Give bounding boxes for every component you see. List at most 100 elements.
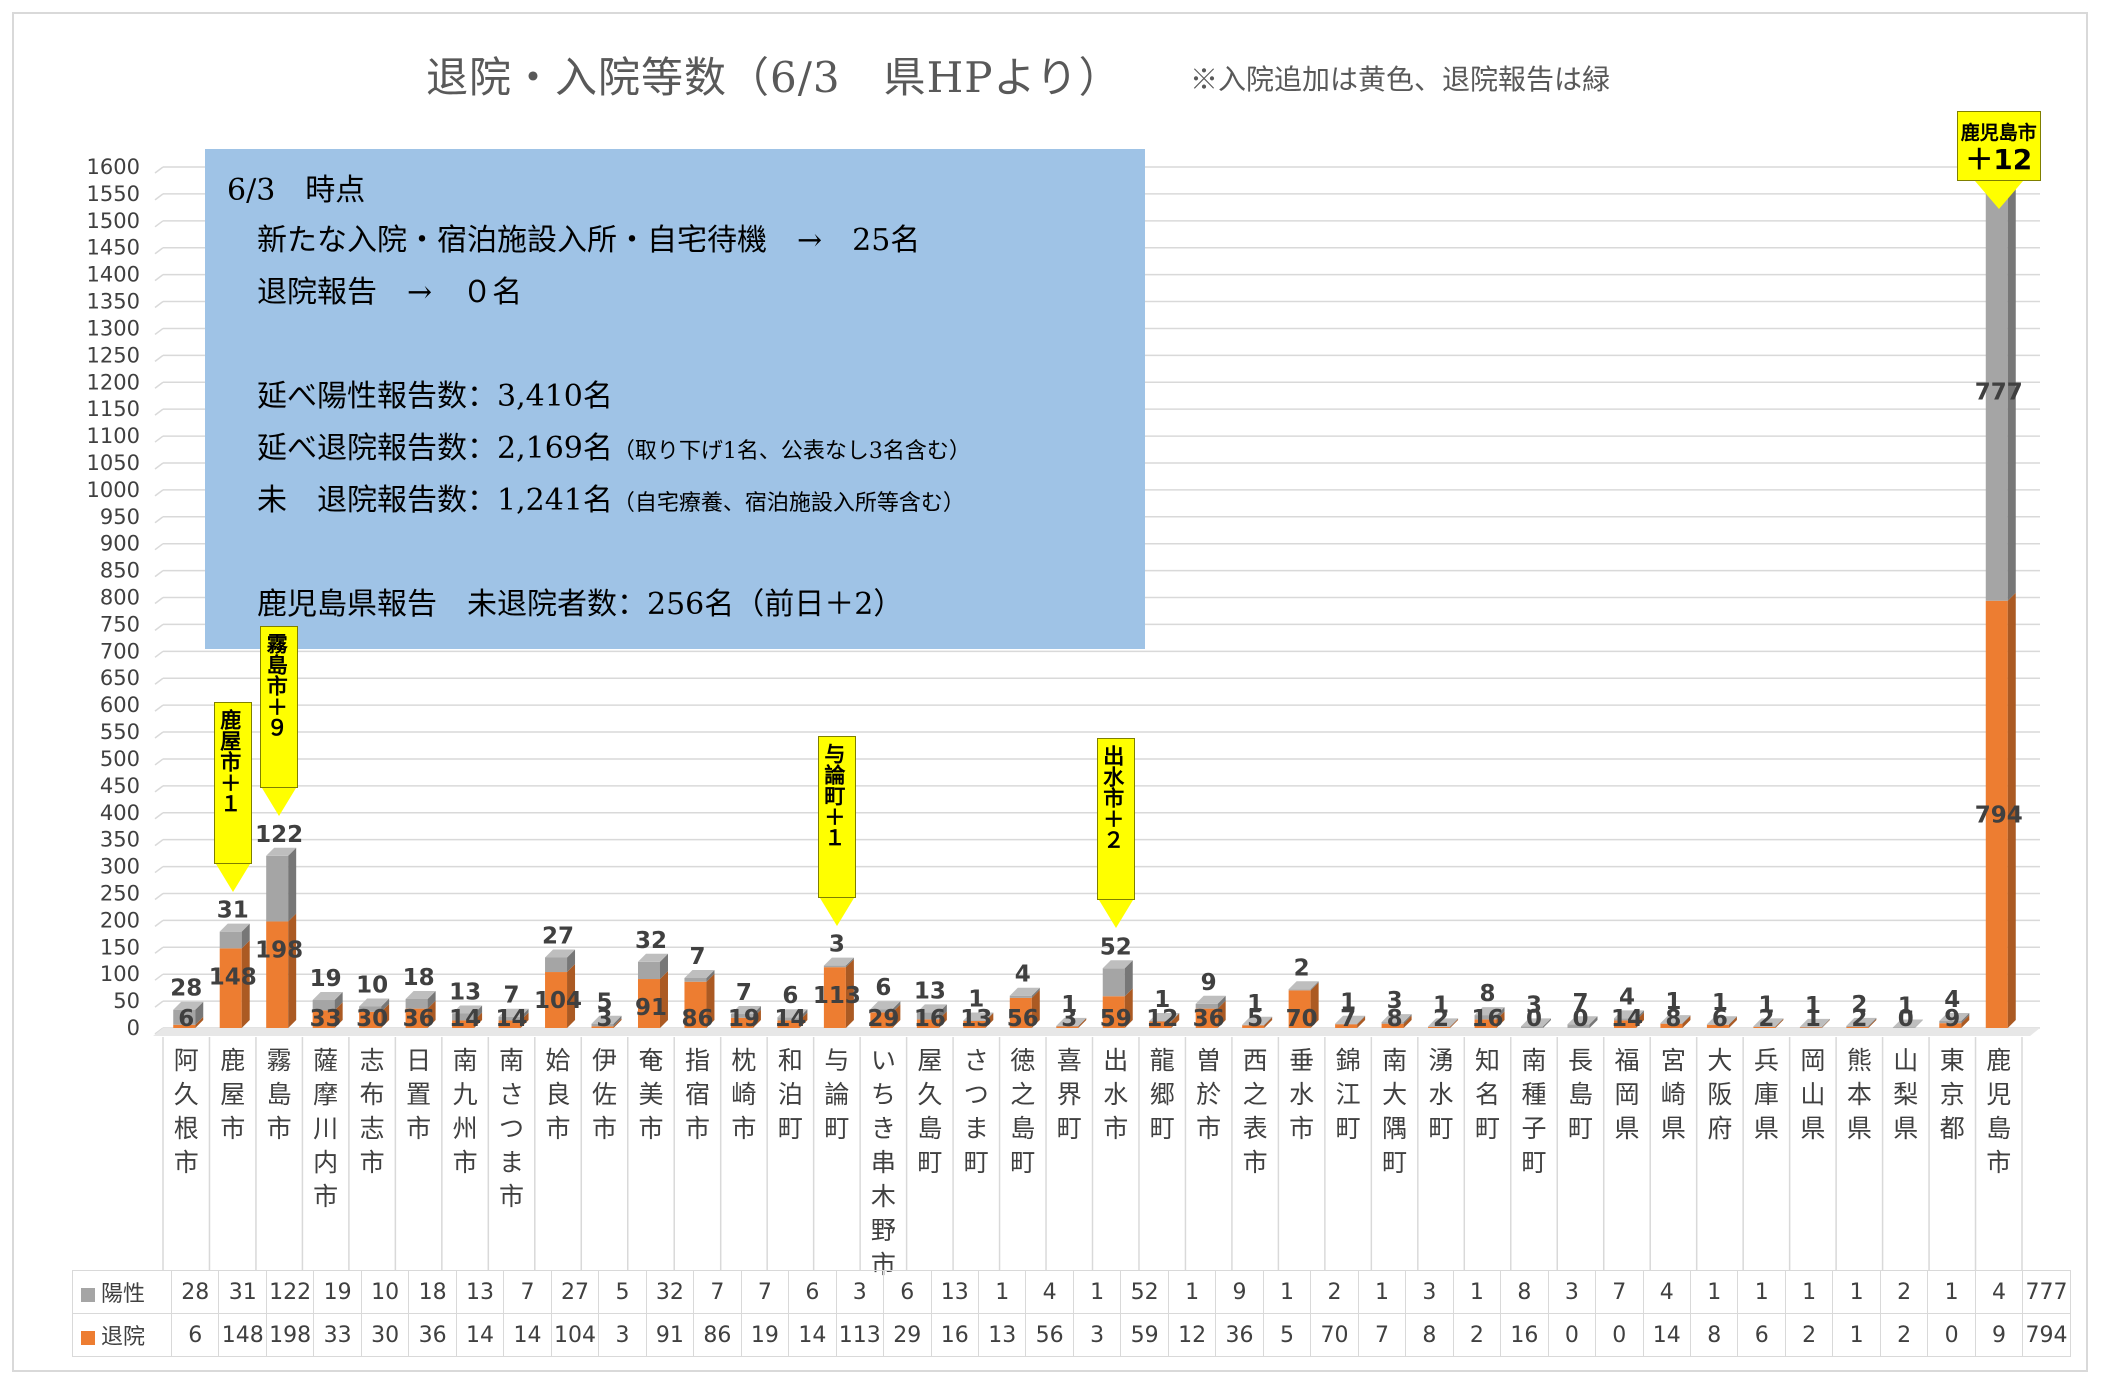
table-cell-positive: 6 bbox=[883, 1270, 932, 1314]
table-cell-positive: 5 bbox=[598, 1270, 647, 1314]
bar-positive bbox=[1102, 968, 1125, 997]
y-tick-label: 550 bbox=[100, 720, 140, 744]
table-cell-positive: 52 bbox=[1120, 1270, 1169, 1314]
x-category-label: 和泊町 bbox=[778, 1046, 803, 1143]
bar-positive bbox=[823, 965, 846, 968]
table-cell-discharged: 30 bbox=[360, 1313, 410, 1357]
table-cell-discharged: 14 bbox=[788, 1313, 837, 1357]
y-tick-label: 250 bbox=[100, 881, 140, 905]
x-category-label: 大阪府 bbox=[1707, 1046, 1732, 1143]
data-label-positive: 31 bbox=[217, 898, 249, 924]
table-cell-positive: 2 bbox=[1879, 1270, 1929, 1314]
tick-mark bbox=[154, 596, 164, 605]
table-cell-positive: 3 bbox=[1405, 1270, 1454, 1314]
data-label-discharged: 70 bbox=[1286, 1006, 1318, 1032]
table-cell-positive: 7 bbox=[740, 1270, 790, 1314]
table-cell-positive: 4 bbox=[1642, 1270, 1692, 1314]
x-category-label: 南種子町 bbox=[1522, 1046, 1547, 1177]
table-cell-discharged: 198 bbox=[265, 1313, 315, 1357]
y-tick-label: 300 bbox=[100, 855, 140, 879]
table-cell-positive: 1 bbox=[1832, 1270, 1881, 1314]
y-tick-label: 1000 bbox=[87, 478, 140, 502]
table-cell-discharged: 0 bbox=[1595, 1313, 1644, 1357]
data-label-positive: 1 bbox=[968, 986, 984, 1012]
table-cell-discharged: 9 bbox=[1974, 1313, 2024, 1357]
tick-mark bbox=[154, 569, 164, 578]
x-category-label: 指宿市 bbox=[685, 1046, 710, 1143]
bar-discharged-side bbox=[288, 913, 297, 1028]
tick-mark bbox=[154, 1000, 164, 1008]
data-label-positive: 1 bbox=[1758, 992, 1774, 1018]
table-cell-discharged: 56 bbox=[1025, 1313, 1074, 1357]
x-category-label: 伊佐市 bbox=[592, 1046, 617, 1143]
table-cell-positive: 13 bbox=[930, 1270, 979, 1314]
table-cell-discharged: 0 bbox=[1547, 1313, 1597, 1357]
data-label-positive: 13 bbox=[914, 978, 946, 1004]
bar-positive bbox=[637, 961, 660, 980]
legend-discharged: 退院 bbox=[72, 1313, 172, 1357]
table-cell-discharged: 2 bbox=[1879, 1313, 1929, 1357]
info-new-admissions: 新たな入院・宿泊施設入所・自宅待機 → 25名 bbox=[257, 223, 921, 258]
table-cell-discharged: 104 bbox=[550, 1313, 600, 1357]
data-label-positive: 122 bbox=[255, 822, 303, 848]
x-category-label: 与論町 bbox=[824, 1046, 849, 1143]
x-category-label: 宮崎県 bbox=[1661, 1046, 1686, 1143]
table-cell-positive: 1 bbox=[1072, 1270, 1122, 1314]
y-tick-label: 1600 bbox=[87, 155, 140, 179]
data-table: 陽性 28 31 122 19 10 18 13 7 27 5 32 7 7 6 3 6 13 1 4 1 52 1 9 1 2… bbox=[72, 1270, 2071, 1357]
table-cell-positive: 2 bbox=[1310, 1270, 1359, 1314]
x-category-label: 出水市 bbox=[1103, 1046, 1128, 1143]
data-label-positive: 1 bbox=[1061, 992, 1077, 1018]
tick-mark bbox=[154, 946, 164, 954]
legend-positive: 陽性 bbox=[72, 1270, 172, 1314]
table-cell-discharged: 36 bbox=[408, 1313, 457, 1357]
table-cell-positive: 3 bbox=[835, 1270, 885, 1314]
data-label-positive: 3 bbox=[1526, 992, 1542, 1018]
tick-mark bbox=[154, 892, 164, 901]
tick-mark bbox=[154, 731, 164, 739]
y-tick-label: 1200 bbox=[87, 370, 140, 394]
tick-mark bbox=[154, 677, 164, 685]
x-category-label: 山梨県 bbox=[1893, 1046, 1918, 1143]
data-label-discharged: 14 bbox=[774, 1006, 806, 1032]
x-category-label: 枕崎市 bbox=[731, 1046, 756, 1143]
table-cell-discharged: 0 bbox=[1927, 1313, 1976, 1357]
table-cell-discharged: 29 bbox=[883, 1313, 932, 1357]
table-row-discharged: 退院 6 148 198 33 30 36 14 14 104 3 91 86 19 14 113 29 16 1… bbox=[72, 1313, 2071, 1357]
data-label-positive: 28 bbox=[170, 976, 202, 1002]
table-cell-discharged: 59 bbox=[1120, 1313, 1169, 1357]
tick-mark bbox=[154, 354, 164, 362]
info-not-discharged: 未 退院報告数：1,241名（自宅療養、宿泊施設入所等含む） bbox=[257, 483, 965, 518]
data-label-positive: 1 bbox=[1805, 993, 1821, 1019]
x-category-label: 曽於市 bbox=[1196, 1046, 1221, 1143]
info-total-discharged: 延べ退院報告数：2,169名（取り下げ1名、公表なし3名含む） bbox=[257, 431, 971, 466]
data-label-positive: 7 bbox=[736, 980, 752, 1006]
data-label-discharged: 91 bbox=[635, 995, 667, 1021]
data-label-positive: 8 bbox=[1480, 981, 1496, 1007]
table-cell-discharged: 14 bbox=[1642, 1313, 1692, 1357]
tick-mark bbox=[154, 408, 164, 416]
data-label-positive: 6 bbox=[782, 983, 798, 1009]
tick-mark bbox=[154, 193, 164, 201]
x-category-label: 日置市 bbox=[406, 1046, 431, 1143]
y-tick-label: 800 bbox=[100, 586, 140, 610]
table-cell-positive: 1 bbox=[1357, 1270, 1407, 1314]
info-box: 6/3 時点 新たな入院・宿泊施設入所・自宅待機 → 25名 退院報告 → ０名… bbox=[205, 149, 1145, 649]
y-tick-label: 1350 bbox=[87, 290, 140, 314]
table-cell-positive: 10 bbox=[360, 1270, 410, 1314]
data-label-discharged: 104 bbox=[534, 988, 582, 1014]
table-cell-positive: 1 bbox=[977, 1270, 1027, 1314]
x-category-label: 姶良市 bbox=[546, 1046, 571, 1143]
table-cell-positive: 32 bbox=[645, 1270, 695, 1314]
x-category-label: いちき串木野市 bbox=[871, 1046, 896, 1279]
y-tick-label: 350 bbox=[100, 828, 140, 852]
x-category-label: 薩摩川内市 bbox=[313, 1046, 338, 1211]
tick-mark bbox=[154, 704, 164, 712]
tick-mark bbox=[154, 973, 164, 981]
table-cell-discharged: 8 bbox=[1689, 1313, 1739, 1357]
data-label-positive: 777 bbox=[1975, 380, 2023, 406]
tick-mark bbox=[154, 166, 164, 174]
data-label-positive: 9 bbox=[1201, 970, 1217, 996]
chart-floor bbox=[153, 1028, 2040, 1036]
table-cell-discharged: 19 bbox=[740, 1313, 790, 1357]
